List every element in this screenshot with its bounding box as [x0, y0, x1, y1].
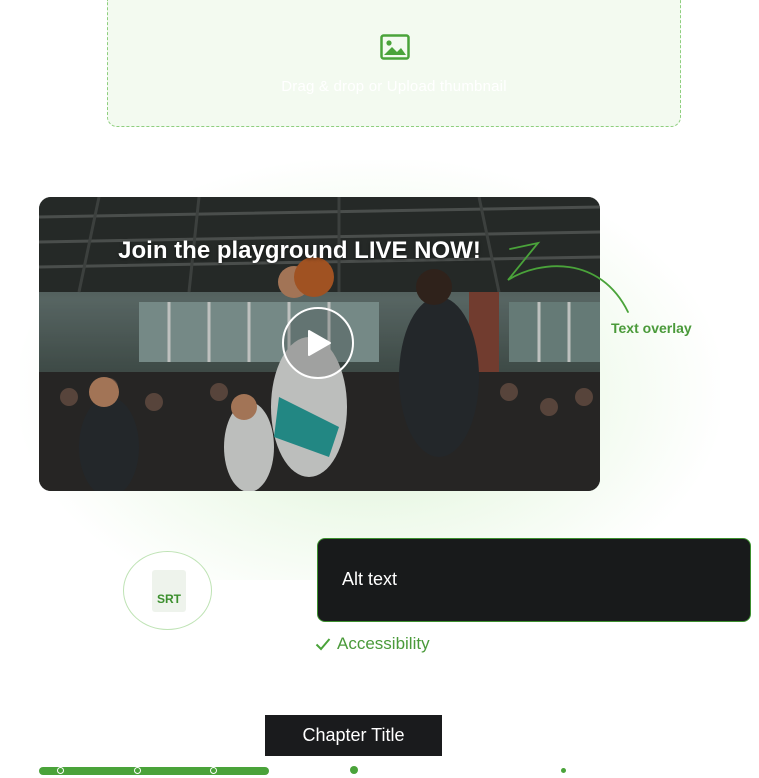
chapter-marker[interactable] — [210, 767, 217, 774]
chapter-timeline[interactable] — [39, 766, 759, 775]
thumbnail-dropzone[interactable]: Drag & drop or Upload thumbnail — [107, 0, 681, 127]
srt-label: SRT — [157, 592, 181, 606]
chapter-marker[interactable] — [134, 767, 141, 774]
image-icon — [380, 34, 410, 65]
video-text-overlay: Join the playground LIVE NOW! — [118, 237, 481, 264]
dropzone-label: Drag & drop or Upload thumbnail — [281, 78, 507, 95]
annotation-arrow — [507, 241, 629, 313]
chapter-title-tooltip: Chapter Title — [265, 715, 442, 756]
chapter-marker[interactable] — [350, 766, 358, 774]
alt-text-label: Alt text — [342, 569, 398, 589]
chapter-marker[interactable] — [561, 768, 566, 773]
timeline-progress — [39, 767, 269, 775]
alt-text-field[interactable]: Alt text — [317, 538, 751, 622]
play-icon — [308, 330, 331, 356]
check-icon — [315, 638, 331, 651]
file-icon: SRT — [152, 570, 186, 612]
accessibility-text: Accessibility — [337, 634, 430, 653]
text-overlay-label: Text overlay — [611, 320, 692, 336]
accessibility-label: Accessibility — [315, 634, 430, 654]
captions-upload[interactable]: SRT — [123, 551, 212, 630]
chapter-marker[interactable] — [57, 767, 64, 774]
play-button[interactable] — [282, 307, 354, 379]
